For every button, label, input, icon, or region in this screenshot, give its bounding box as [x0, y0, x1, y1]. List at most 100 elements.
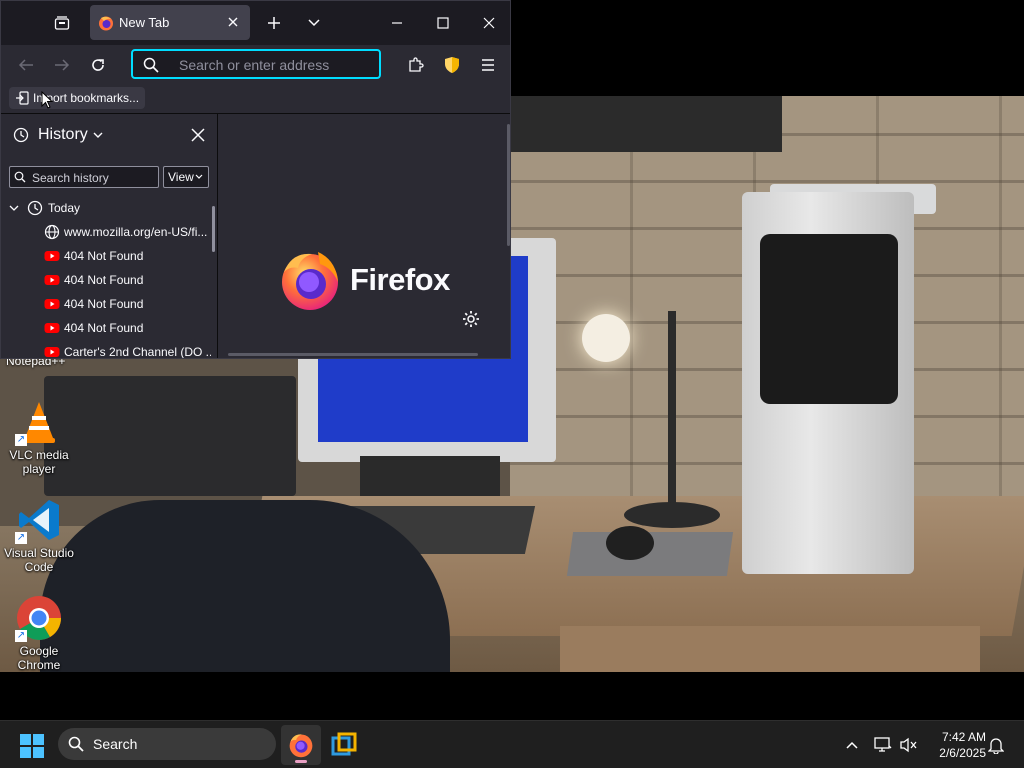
history-entry-label: 404 Not Found — [64, 297, 144, 311]
firefox-icon — [99, 16, 113, 31]
youtube-icon — [44, 323, 60, 333]
window-close-button[interactable] — [473, 7, 505, 39]
content-scrollbar-horizontal[interactable] — [228, 353, 478, 356]
minimize-button[interactable] — [381, 7, 413, 39]
desktop-icon-chrome[interactable]: ↗ Google Chrome — [1, 594, 77, 672]
minimize-icon — [392, 22, 402, 24]
wallpaper-lamp-pole — [668, 311, 676, 511]
arrow-left-icon — [18, 59, 33, 71]
history-entry[interactable]: 404 Not Found — [1, 244, 211, 268]
gear-icon[interactable] — [462, 310, 480, 328]
new-tab-page: Firefox — [218, 114, 510, 358]
list-all-tabs-button[interactable] — [298, 7, 330, 39]
taskbar-search-box[interactable]: Search — [58, 728, 276, 760]
desktop-icon-label: VLC media player — [9, 448, 69, 476]
history-entry[interactable]: Carter's 2nd Channel (DO ... — [1, 340, 211, 359]
wallpaper-printer — [44, 376, 296, 496]
history-entry-label: Carter's 2nd Channel (DO ... — [64, 345, 211, 359]
taskbar-app-virtualbox[interactable] — [324, 725, 364, 765]
shield-icon — [445, 57, 459, 73]
history-entry-label: 404 Not Found — [64, 321, 144, 335]
desktop-icon-vlc[interactable]: ↗ VLC media player — [1, 398, 77, 476]
wallpaper-drawer — [560, 626, 980, 672]
extensions-button[interactable] — [400, 49, 432, 81]
chevron-down-icon[interactable] — [91, 128, 105, 142]
youtube-icon — [44, 299, 60, 309]
virtualbox-icon — [331, 732, 357, 756]
tab-close-button[interactable] — [224, 13, 242, 31]
forward-button[interactable] — [46, 49, 78, 81]
tracking-protection-button[interactable] — [436, 49, 468, 81]
view-menu-label: View — [168, 170, 194, 184]
back-button[interactable] — [10, 49, 42, 81]
reload-button[interactable] — [82, 49, 114, 81]
youtube-icon — [44, 251, 60, 261]
history-tree: Today www.mozilla.org/en-US/fi... 404 No… — [1, 196, 211, 359]
desktop-icon-label: Visual Studio Code — [4, 546, 74, 574]
firefox-window: New Tab Search or enter address Import b… — [0, 0, 511, 359]
history-entry[interactable]: www.mozilla.org/en-US/fi... — [1, 220, 211, 244]
notifications-button[interactable] — [986, 735, 1006, 755]
history-group-today[interactable]: Today — [1, 196, 211, 220]
clock-date: 2/6/2025 — [939, 746, 986, 760]
search-icon — [143, 57, 159, 73]
maximize-button[interactable] — [427, 7, 459, 39]
taskbar-clock[interactable]: 7:42 AM 2/6/2025 — [926, 729, 986, 761]
address-input[interactable] — [177, 54, 377, 76]
network-tray-button[interactable] — [873, 735, 893, 755]
chevron-down-icon[interactable] — [9, 203, 19, 213]
volume-tray-button[interactable] — [899, 735, 919, 755]
navigation-toolbar — [1, 45, 510, 85]
history-entry[interactable]: 404 Not Found — [1, 268, 211, 292]
wallpaper-chair — [40, 500, 450, 672]
clock-icon — [13, 127, 29, 143]
wallpaper-tower-bay — [760, 234, 898, 404]
chevron-up-icon — [846, 741, 858, 749]
youtube-icon — [44, 347, 60, 357]
chevron-down-icon — [308, 19, 320, 27]
firefox-view-button[interactable] — [47, 9, 77, 37]
shortcut-arrow-icon: ↗ — [15, 434, 27, 446]
vlc-icon: ↗ — [15, 398, 63, 446]
address-bar[interactable] — [131, 49, 381, 79]
close-icon — [483, 17, 495, 29]
wallpaper-board — [510, 96, 782, 152]
network-icon — [874, 737, 892, 752]
taskbar-search-label: Search — [93, 736, 138, 752]
history-entry-label: 404 Not Found — [64, 249, 144, 263]
wallpaper-lamp-head — [582, 314, 630, 362]
taskbar-app-firefox[interactable] — [281, 725, 321, 765]
chevron-down-icon — [195, 174, 203, 179]
windows-start-icon[interactable] — [20, 734, 44, 758]
history-entry[interactable]: 404 Not Found — [1, 316, 211, 340]
history-sidebar: History View Today www.mozilla.org/en-US… — [1, 114, 218, 359]
view-menu-button[interactable]: View — [163, 166, 209, 188]
app-menu-button[interactable] — [472, 49, 504, 81]
puzzle-icon — [409, 57, 424, 72]
show-hidden-icons-button[interactable] — [842, 735, 862, 755]
bell-icon — [988, 738, 1004, 754]
youtube-icon — [44, 275, 60, 285]
import-bookmarks-button[interactable]: Import bookmarks... — [9, 87, 146, 109]
tab-new-tab[interactable]: New Tab — [90, 5, 250, 40]
search-history-field[interactable] — [9, 166, 159, 188]
wallpaper-monitor-stand — [360, 456, 500, 496]
history-group-label: Today — [48, 201, 81, 215]
firefox-view-icon — [54, 16, 70, 30]
sidebar-header: History — [1, 114, 217, 156]
search-history-input[interactable] — [30, 169, 158, 187]
globe-icon — [44, 224, 60, 240]
sidebar-scrollbar[interactable] — [212, 206, 215, 252]
active-app-indicator — [295, 760, 307, 763]
sidebar-close-icon[interactable] — [189, 126, 207, 144]
content-scrollbar-vertical[interactable] — [507, 124, 510, 246]
history-entry[interactable]: 404 Not Found — [1, 292, 211, 316]
tab-bar: New Tab — [1, 1, 510, 45]
close-icon — [228, 17, 238, 27]
tab-title: New Tab — [119, 15, 170, 30]
shortcut-arrow-icon: ↗ — [15, 630, 27, 642]
new-tab-button[interactable] — [258, 7, 290, 39]
desktop-icon-vscode[interactable]: ↗ Visual Studio Code — [1, 496, 77, 574]
bookmarks-toolbar: Import bookmarks... — [1, 85, 510, 114]
sidebar-title[interactable]: History — [38, 126, 88, 144]
